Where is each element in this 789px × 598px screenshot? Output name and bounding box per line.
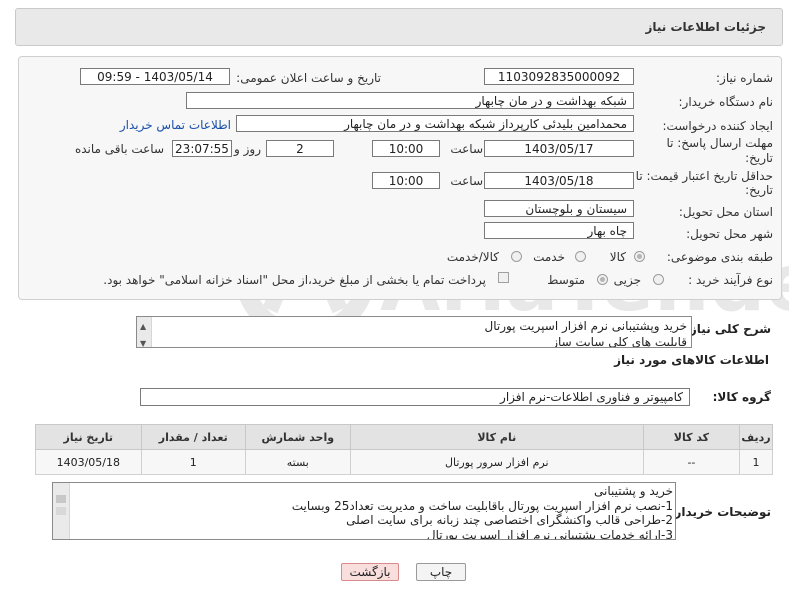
requester-field: محمدامین بلیدئی کارپرداز شبکه بهداشت و د… [236,115,634,132]
col-row-header: ردیف [739,424,773,450]
cell-row: 1 [739,449,773,475]
purchase-type-label: نوع فرآیند خرید : [688,273,773,287]
goods-group-label: گروه کالا: [712,390,771,404]
category-label: طبقه بندی موضوعی: [666,250,773,264]
announce-date-label: تاریخ و ساعت اعلان عمومی: [236,71,381,85]
col-unit-header: واحد شمارش [244,424,351,450]
page-title: جزئیات اطلاعات نیاز [645,20,766,34]
cell-unit: بسته [244,449,351,475]
summary-line: قابلیت های کلی سایت ساز [552,335,687,348]
category-goods-radio[interactable] [634,251,645,262]
category-both-radio[interactable] [511,251,522,262]
cell-date: 1403/05/18 [35,449,142,475]
province-field: سیستان و بلوچستان [484,200,634,217]
buyer-notes-label: توضیحات خریدار: [669,505,771,519]
goods-table: ردیف کد کالا نام کالا واحد شمارش تعداد /… [35,424,773,475]
notes-line: خرید و پشتیبانی [593,484,673,498]
print-button[interactable]: چاپ [416,563,466,581]
notes-line: 1-نصب نرم افزار اسپریت پورتال باقابلیت س… [291,498,673,513]
notes-line: 2-طراحی قالب واکنشگرای اختصاصی چند زبانه… [346,513,673,527]
validity-label: حداقل تاریخ اعتبار قیمت: تا [635,169,773,183]
deadline-label-date: تاریخ: [745,151,773,165]
requester-label: ایجاد کننده درخواست: [662,119,773,133]
category-goods-label: کالا [609,250,626,264]
purchase-medium-radio[interactable] [597,274,608,285]
cell-name: نرم افزار سرور پورتال [349,449,644,475]
col-qty-header: تعداد / مقدار [140,424,246,450]
notes-line: 3-ارائه خدمات پشتیبانی نرم افزار اسپریت … [426,527,673,540]
buyer-org-label: نام دستگاه خریدار: [678,95,774,109]
days-label: روز و [234,142,261,156]
deadline-date-field: 1403/05/17 [484,140,634,157]
category-service-label: خدمت [533,250,565,264]
treasury-payment-checkbox[interactable] [498,272,509,283]
scroll-up-icon[interactable]: ▲ [140,319,146,335]
city-field: چاه بهار [484,222,634,239]
remaining-days-field: 2 [266,140,334,157]
city-label: شهر محل تحویل: [686,227,773,241]
purchase-minor-label: جزیی [613,273,641,287]
page-header: جزئیات اطلاعات نیاز [15,8,783,46]
validity-time-field: 10:00 [372,172,440,189]
remaining-time-field: 23:07:55 [172,140,232,157]
need-summary-textarea[interactable]: خرید وپشتیبانی نرم افزار اسپریت پورتال ق… [136,316,692,348]
scroll-thumb[interactable] [56,495,66,503]
table-header-row: ردیف کد کالا نام کالا واحد شمارش تعداد /… [35,424,773,450]
need-number-field: 1103092835000092 [484,68,634,85]
deadline-label: مهلت ارسال پاسخ: تا [666,136,773,150]
validity-time-label: ساعت [450,174,483,188]
col-date-header: تاریخ نیاز [35,424,142,450]
scroll-down-icon[interactable]: ▼ [140,336,146,347]
need-number-label: شماره نیاز: [716,71,773,85]
announce-date-field: 1403/05/14 - 09:59 [80,68,230,85]
table-row: 1 -- نرم افزار سرور پورتال بسته 1 1403/0… [35,449,773,475]
cell-qty: 1 [140,449,246,475]
validity-label-date: تاریخ: [745,183,773,197]
notes-scrollbar[interactable] [53,483,70,539]
deadline-time-label: ساعت [450,142,483,156]
purchase-minor-radio[interactable] [653,274,664,285]
deadline-time-field: 10:00 [372,140,440,157]
remaining-time-label: ساعت باقی مانده [74,142,164,156]
category-service-radio[interactable] [575,251,586,262]
purchase-medium-label: متوسط [547,273,585,287]
goods-info-title: اطلاعات کالاهای مورد نیاز [614,353,769,367]
treasury-payment-note: پرداخت تمام یا بخشی از مبلغ خرید،از محل … [103,273,486,287]
scroll-track-mark [56,507,66,515]
cell-code: -- [642,449,741,475]
col-name-header: نام کالا [349,424,644,450]
back-button[interactable]: بازگشت [341,563,399,581]
goods-group-field: کامپیوتر و فناوری اطلاعات-نرم افزار [140,388,690,406]
need-summary-label: شرح کلی نیاز: [685,322,771,336]
category-both-label: کالا/خدمت [446,250,499,264]
col-code-header: کد کالا [642,424,741,450]
buyer-contact-link[interactable]: اطلاعات تماس خریدار [120,118,231,132]
summary-line: خرید وپشتیبانی نرم افزار اسپریت پورتال [484,319,687,333]
buyer-org-field: شبکه بهداشت و در مان چابهار [186,92,634,109]
buyer-notes-textarea[interactable]: خرید و پشتیبانی 1-نصب نرم افزار اسپریت پ… [52,482,676,540]
summary-scrollbar[interactable]: ▲ ▼ [137,317,152,347]
validity-date-field: 1403/05/18 [484,172,634,189]
province-label: استان محل تحویل: [678,205,773,219]
